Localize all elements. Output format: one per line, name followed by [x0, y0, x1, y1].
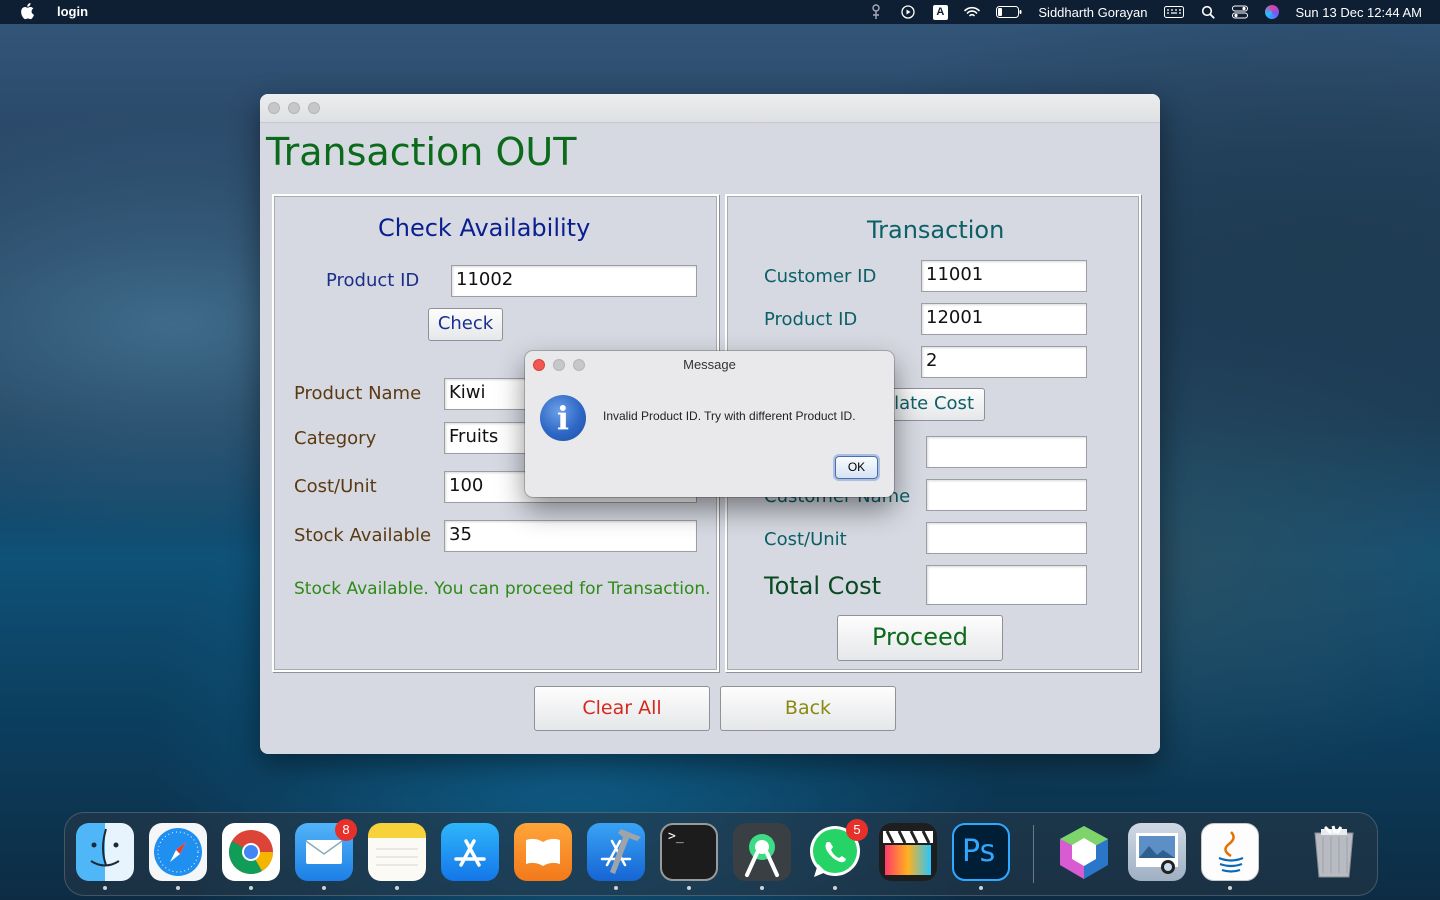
close-window-button[interactable] [268, 102, 280, 114]
safari-icon[interactable] [149, 823, 207, 881]
android-studio-icon[interactable] [733, 823, 791, 881]
safari-running-dot [176, 886, 180, 890]
whatsapp-icon[interactable]: 5 [806, 819, 868, 881]
photoshop-running-dot [979, 886, 983, 890]
whatsapp-badge: 5 [846, 819, 868, 841]
customer-id-input[interactable]: 11001 [921, 260, 1087, 292]
java-running-dot [1228, 886, 1232, 890]
ok-button[interactable]: OK [835, 456, 878, 479]
stock-available-field[interactable]: 35 [444, 520, 697, 552]
customer-name-output[interactable] [926, 479, 1087, 511]
whatsapp-running-dot [833, 886, 837, 890]
android-studio-running-dot [760, 886, 764, 890]
extension-icon[interactable] [868, 4, 884, 19]
stock-status-message: Stock Available. You can proceed for Tra… [294, 579, 711, 599]
back-button[interactable]: Back [720, 686, 896, 731]
total-cost-label: Total Cost [764, 572, 882, 600]
dock-separator [1033, 825, 1034, 883]
terminal-icon[interactable]: >_ [660, 823, 718, 881]
keyboard-icon[interactable] [1163, 5, 1184, 19]
chrome-running-dot [249, 886, 253, 890]
app-store-icon[interactable] [441, 823, 499, 881]
terminal-running-dot [687, 886, 691, 890]
books-icon[interactable] [514, 823, 572, 881]
info-icon: i [540, 395, 586, 441]
proceed-button[interactable]: Proceed [837, 615, 1003, 661]
netbeans-icon[interactable] [1055, 823, 1113, 881]
notes-running-dot [395, 886, 399, 890]
product-name-output[interactable] [926, 436, 1087, 468]
siri-icon[interactable] [1264, 5, 1280, 19]
cost-unit-label: Cost/Unit [294, 476, 377, 497]
control-center-icon[interactable] [1231, 5, 1248, 19]
finder-icon[interactable] [76, 823, 134, 881]
transaction-cost-unit-label: Cost/Unit [764, 529, 847, 550]
minimize-window-button[interactable] [288, 102, 300, 114]
wifi-icon[interactable] [964, 5, 981, 19]
product-name-label: Product Name [294, 383, 422, 404]
xcode-icon[interactable] [587, 823, 645, 881]
stock-available-label: Stock Available [294, 525, 432, 546]
mail-icon[interactable]: 8 [295, 819, 357, 881]
clear-all-button[interactable]: Clear All [534, 686, 710, 731]
xcode-running-dot [614, 886, 618, 890]
trash-icon[interactable] [1305, 823, 1363, 881]
message-dialog: Message i Invalid Product ID. Try with d… [525, 351, 894, 497]
dialog-message: Invalid Product ID. Try with different P… [603, 409, 856, 423]
keyboard-letter: A [932, 4, 948, 20]
preview-icon[interactable] [1128, 823, 1186, 881]
dock: 8 >_ 5 Ps [64, 812, 1378, 896]
final-cut-pro-icon[interactable] [879, 823, 937, 881]
finder-running-dot [103, 886, 107, 890]
transaction-product-id-label: Product ID [764, 309, 858, 330]
transaction-cost-unit-output[interactable] [926, 522, 1087, 554]
mail-badge: 8 [335, 819, 357, 841]
menu-bar: login A Siddharth Gorayan Sun 13 Dec 12:… [0, 0, 1440, 24]
chrome-icon[interactable] [222, 823, 280, 881]
transaction-title: Transaction [867, 216, 1005, 244]
dialog-title: Message [683, 357, 736, 372]
product-id-label: Product ID [326, 270, 420, 291]
play-icon[interactable] [900, 5, 916, 19]
photoshop-label: Ps [962, 834, 996, 869]
notes-icon[interactable] [368, 823, 426, 881]
photoshop-icon[interactable]: Ps [952, 823, 1010, 881]
zoom-window-button[interactable] [308, 102, 320, 114]
page-title: Transaction OUT [266, 130, 577, 174]
window-titlebar[interactable] [260, 94, 1160, 123]
terminal-prompt: >_ [668, 829, 684, 844]
keyboard-input-icon[interactable]: A [932, 4, 948, 20]
active-app-name[interactable]: login [57, 4, 88, 19]
check-button[interactable]: Check [428, 308, 503, 341]
mail-running-dot [322, 886, 326, 890]
apple-menu-icon[interactable] [20, 2, 36, 20]
customer-id-label: Customer ID [764, 266, 877, 287]
category-label: Category [294, 428, 377, 449]
quantity-input[interactable]: 2 [921, 346, 1087, 378]
check-availability-title: Check Availability [378, 214, 591, 242]
java-icon[interactable] [1201, 823, 1259, 881]
total-cost-output[interactable] [926, 565, 1087, 605]
user-name[interactable]: Siddharth Gorayan [1038, 5, 1147, 20]
transaction-product-id-input[interactable]: 12001 [921, 303, 1087, 335]
spotlight-search-icon[interactable] [1200, 5, 1216, 19]
battery-icon[interactable] [996, 5, 1022, 19]
product-id-input[interactable]: 11002 [451, 265, 697, 297]
date-time[interactable]: Sun 13 Dec 12:44 AM [1296, 5, 1422, 20]
